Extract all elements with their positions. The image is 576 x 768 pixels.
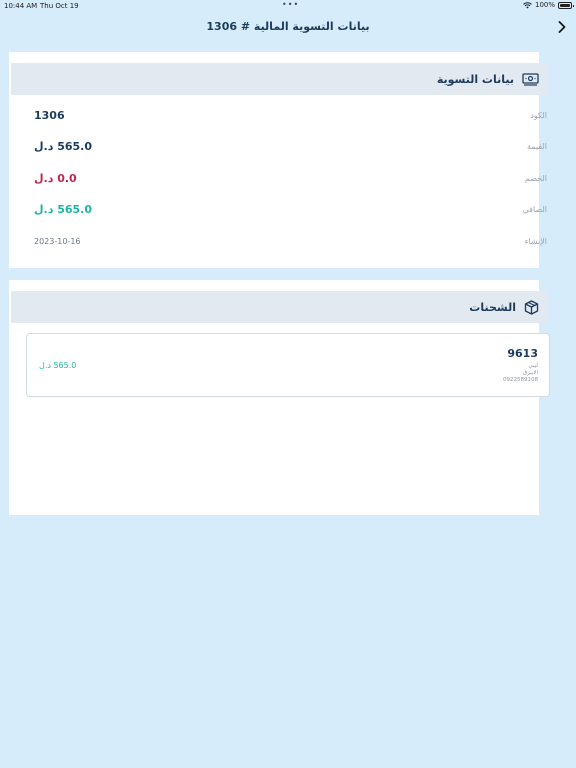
net-value: 565.0 د.ل <box>34 203 92 216</box>
page-title: بيانات التسوية المالية # 1306 <box>206 20 370 33</box>
shipments-title: الشحنات <box>469 300 516 314</box>
chevron-right-icon <box>558 21 566 33</box>
code-value: 1306 <box>34 109 65 122</box>
back-button[interactable] <box>554 18 570 36</box>
status-date: Thu Oct 19 <box>40 2 79 10</box>
amount-value: 565.0 د.ل <box>34 140 92 153</box>
settlement-title: بيانات التسوية <box>436 72 514 86</box>
shipment-phone: 0922589108 <box>503 377 538 383</box>
status-right: 100% <box>523 1 574 9</box>
money-icon <box>522 72 539 86</box>
shipment-number: 9613 <box>507 347 538 360</box>
status-time: 10:44 AM <box>4 2 38 10</box>
net-label: الصافي <box>522 205 547 214</box>
created-value: 2023-10-16 <box>34 237 81 246</box>
status-bar: 10:44 AM Thu Oct 19 ••• 100% <box>0 0 576 12</box>
created-label: الإنشاء <box>524 237 547 246</box>
code-label: الكود <box>530 111 547 120</box>
battery-icon <box>558 1 574 9</box>
wifi-icon <box>523 1 532 8</box>
multitasking-dots[interactable]: ••• <box>282 0 299 9</box>
box-icon <box>524 299 539 315</box>
discount-value: 0.0 د.ل <box>34 172 77 185</box>
shipment-amount: 565.0 د.ل <box>39 361 77 370</box>
discount-label: الخصم <box>524 174 547 183</box>
shipment-line-2: الابيرق <box>522 370 538 376</box>
shipment-item[interactable]: 9613 ليبي الابيرق 0922589108 565.0 د.ل <box>26 333 550 397</box>
shipment-line-1: ليبي <box>528 363 538 369</box>
battery-percent: 100% <box>534 1 555 9</box>
settlement-header: بيانات التسوية <box>11 63 547 95</box>
amount-label: القيمة <box>526 142 547 151</box>
shipments-header: الشحنات <box>11 291 547 323</box>
navigation-bar: بيانات التسوية المالية # 1306 <box>0 12 576 44</box>
